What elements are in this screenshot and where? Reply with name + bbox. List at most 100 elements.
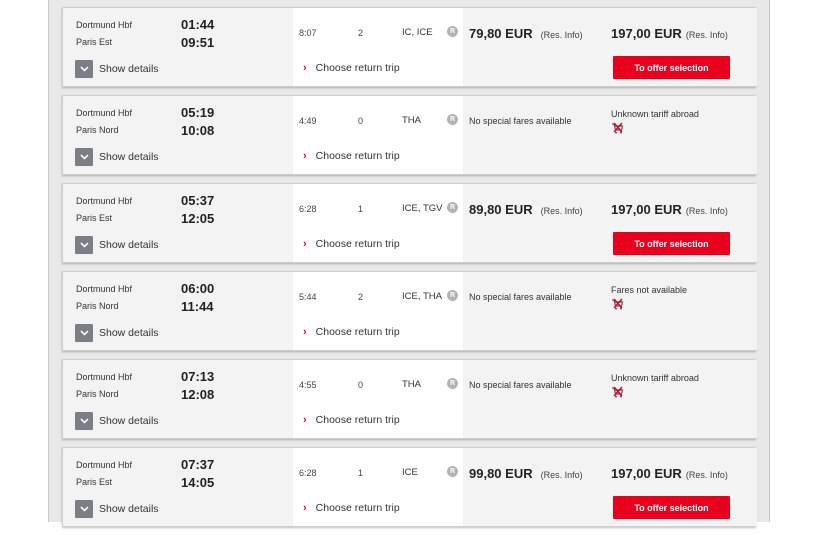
reservation-info-icon[interactable]: R — [447, 26, 458, 37]
price: 79,80 EUR (Res. Info) — [469, 26, 583, 41]
price: 89,80 EUR (Res. Info) — [469, 202, 583, 217]
show-details-toggle[interactable]: Show details — [75, 148, 159, 166]
chevron-down-icon[interactable] — [75, 236, 93, 254]
arrival-time: 09:51 — [181, 35, 215, 50]
chevron-down-icon[interactable] — [75, 500, 93, 518]
fare-note-text: Fares not available — [611, 285, 688, 295]
show-details-label[interactable]: Show details — [99, 239, 159, 251]
stations-cell: Dortmund Hbf Paris Est Show details — [63, 184, 175, 262]
choose-return-trip-link[interactable]: › Choose return trip — [303, 238, 400, 250]
arrival-station: Paris Est — [76, 477, 113, 487]
show-details-toggle[interactable]: Show details — [75, 412, 159, 430]
saver-fare-cell: 99,80 EUR (Res. Info) — [463, 448, 605, 526]
price-amount: 99,80 EUR — [469, 466, 533, 481]
chevron-down-icon[interactable] — [75, 412, 93, 430]
times-cell: 07:13 12:08 — [175, 360, 293, 438]
chevron-right-icon: › — [303, 413, 307, 426]
arrival-time: 10:08 — [181, 123, 215, 138]
trip-details-cell: 6:28 1 ICE R › Choose return trip — [293, 448, 463, 526]
reservation-info-icon[interactable]: R — [447, 378, 458, 389]
flex-fare-cell: 197,00 EUR (Res. Info) To offer selection — [605, 184, 757, 262]
departure-time: 05:19 — [181, 105, 215, 120]
res-info-link[interactable]: (Res. Info) — [541, 470, 583, 480]
choose-return-trip-link[interactable]: › Choose return trip — [303, 326, 400, 338]
price-amount: 79,80 EUR — [469, 26, 533, 41]
saver-fare-cell: No special fares available — [463, 272, 605, 350]
show-details-label[interactable]: Show details — [99, 327, 159, 339]
reservation-info-icon[interactable]: R — [447, 114, 458, 125]
cart-unavailable-icon — [611, 386, 624, 399]
show-details-toggle[interactable]: Show details — [75, 60, 159, 78]
res-info-link[interactable]: (Res. Info) — [686, 470, 728, 480]
choose-return-trip-label[interactable]: Choose return trip — [316, 238, 400, 250]
choose-return-trip-link[interactable]: › Choose return trip — [303, 502, 400, 514]
departure-time: 06:00 — [181, 281, 215, 296]
res-info-link[interactable]: (Res. Info) — [541, 30, 583, 40]
res-info-link[interactable]: (Res. Info) — [686, 30, 728, 40]
choose-return-trip-label[interactable]: Choose return trip — [316, 326, 400, 338]
departure-time: 07:37 — [181, 457, 215, 472]
departure-time: 01:44 — [181, 17, 215, 32]
connection-row: Dortmund Hbf Paris Nord Show details 06:… — [62, 271, 757, 351]
chevron-down-icon[interactable] — [75, 324, 93, 342]
choose-return-trip-link[interactable]: › Choose return trip — [303, 150, 400, 162]
res-info-link[interactable]: (Res. Info) — [541, 206, 583, 216]
show-details-toggle[interactable]: Show details — [75, 324, 159, 342]
show-details-label[interactable]: Show details — [99, 151, 159, 163]
duration: 5:44 — [299, 292, 317, 302]
choose-return-trip-label[interactable]: Choose return trip — [316, 414, 400, 426]
show-details-label[interactable]: Show details — [99, 63, 159, 75]
reservation-info-icon[interactable]: R — [447, 290, 458, 301]
show-details-toggle[interactable]: Show details — [75, 236, 159, 254]
arrival-time: 12:05 — [181, 211, 215, 226]
duration: 6:28 — [299, 468, 317, 478]
duration: 6:28 — [299, 204, 317, 214]
times-cell: 07:37 14:05 — [175, 448, 293, 526]
changes-count: 2 — [358, 292, 364, 302]
show-details-label[interactable]: Show details — [99, 503, 159, 515]
duration: 4:49 — [299, 116, 317, 126]
times-cell: 01:44 09:51 — [175, 8, 293, 86]
arrival-station: Paris Nord — [76, 389, 119, 399]
arrival-time: 11:44 — [181, 299, 214, 314]
chevron-down-icon[interactable] — [75, 148, 93, 166]
choose-return-trip-label[interactable]: Choose return trip — [316, 150, 400, 162]
to-offer-selection-button[interactable]: To offer selection — [613, 56, 730, 79]
choose-return-trip-label[interactable]: Choose return trip — [316, 62, 400, 74]
show-details-toggle[interactable]: Show details — [75, 500, 159, 518]
choose-return-trip-link[interactable]: › Choose return trip — [303, 414, 400, 426]
price: 197,00 EUR (Res. Info) — [611, 202, 728, 217]
departure-station: Dortmund Hbf — [76, 284, 133, 294]
stations-cell: Dortmund Hbf Paris Nord Show details — [63, 272, 175, 350]
train-products: ICE, THA — [402, 291, 442, 302]
trip-details-cell: 4:49 0 THA R › Choose return trip — [293, 96, 463, 174]
trip-details-cell: 8:07 2 IC, ICE R › Choose return trip — [293, 8, 463, 86]
saver-fare-cell: No special fares available — [463, 96, 605, 174]
connection-row: Dortmund Hbf Paris Est Show details 05:3… — [62, 183, 757, 263]
price: 197,00 EUR (Res. Info) — [611, 26, 728, 41]
changes-count: 0 — [358, 380, 364, 390]
arrival-station: Paris Nord — [76, 301, 119, 311]
arrival-station: Paris Nord — [76, 125, 119, 135]
arrival-station: Paris Est — [76, 213, 113, 223]
fare-note-text: Unknown tariff abroad — [611, 109, 699, 119]
price: 197,00 EUR (Res. Info) — [611, 466, 728, 481]
reservation-info-icon[interactable]: R — [447, 466, 458, 477]
to-offer-selection-button[interactable]: To offer selection — [613, 496, 730, 519]
show-details-label[interactable]: Show details — [99, 415, 159, 427]
departure-time: 07:13 — [181, 369, 215, 384]
flex-fare-cell: Unknown tariff abroad — [605, 96, 757, 174]
to-offer-selection-button[interactable]: To offer selection — [613, 232, 730, 255]
price-amount: 89,80 EUR — [469, 202, 533, 217]
reservation-info-icon[interactable]: R — [447, 202, 458, 213]
chevron-down-icon[interactable] — [75, 60, 93, 78]
choose-return-trip-label[interactable]: Choose return trip — [316, 502, 400, 514]
res-info-link[interactable]: (Res. Info) — [686, 206, 728, 216]
cart-unavailable-icon — [611, 122, 624, 135]
trip-details-cell: 6:28 1 ICE, TGV R › Choose return trip — [293, 184, 463, 262]
times-cell: 06:00 11:44 — [175, 272, 293, 350]
fare-note-text: Unknown tariff abroad — [611, 373, 699, 383]
choose-return-trip-link[interactable]: › Choose return trip — [303, 62, 400, 74]
train-products: THA — [402, 379, 421, 390]
price-amount: 197,00 EUR — [611, 466, 682, 481]
